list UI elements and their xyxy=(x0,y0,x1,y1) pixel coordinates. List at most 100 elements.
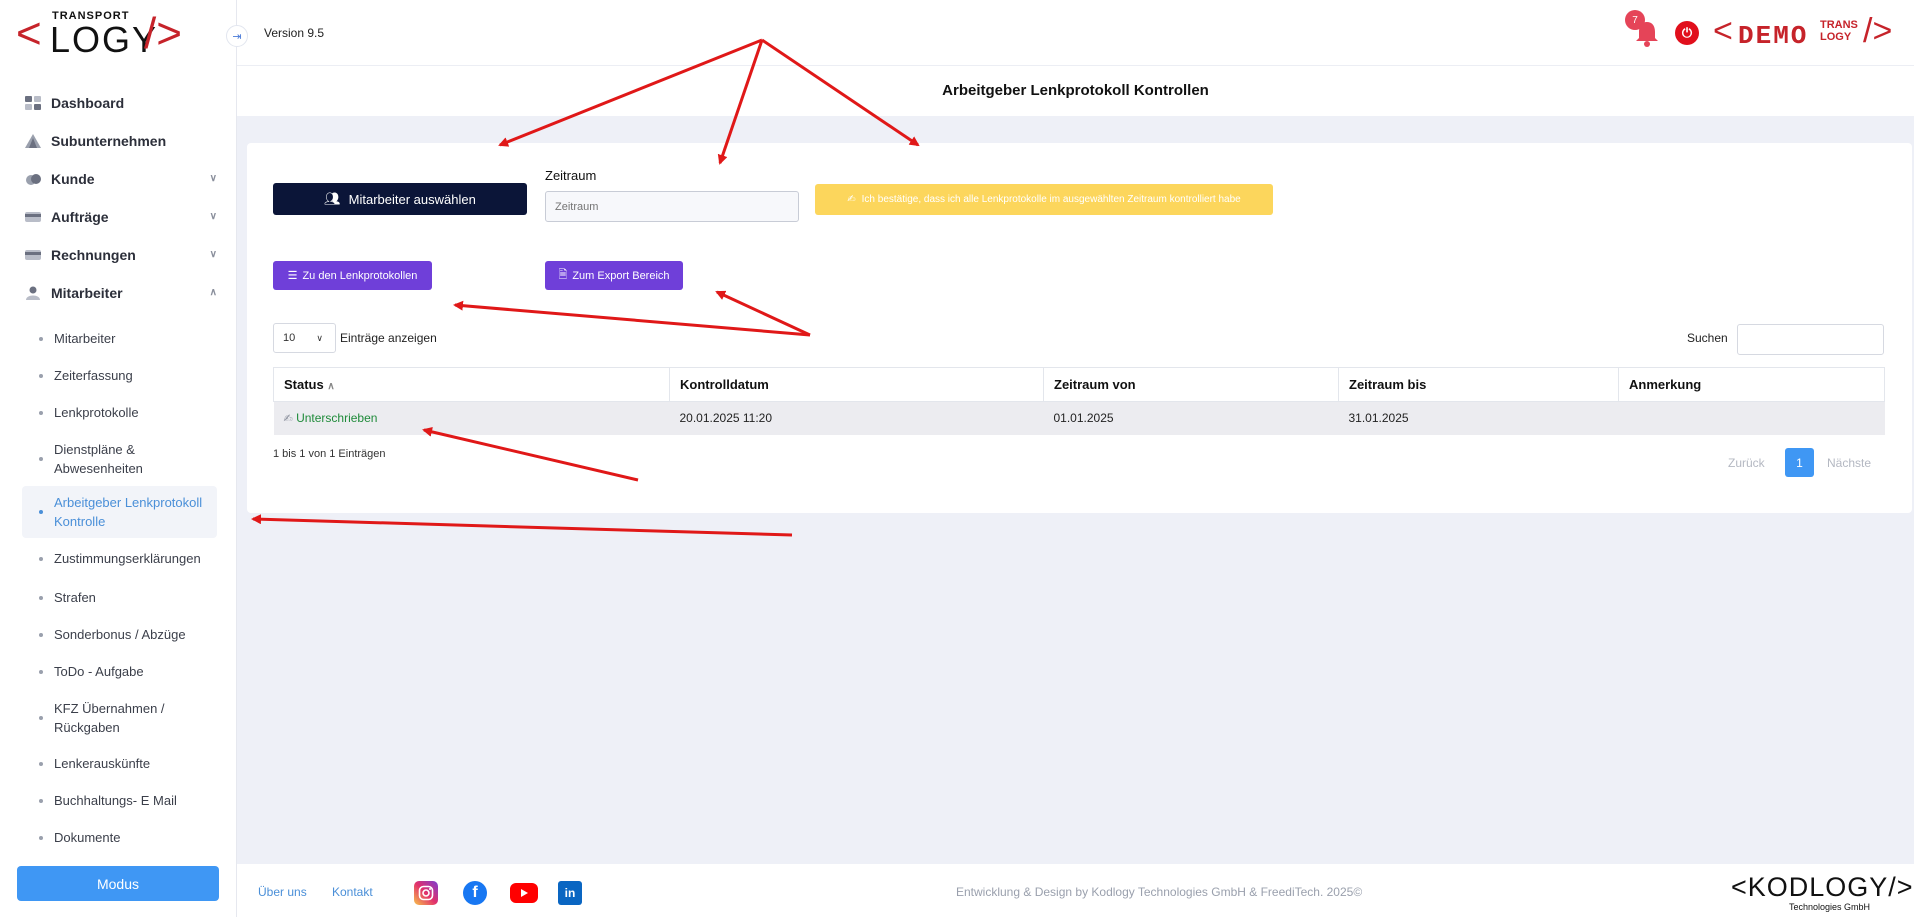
sidebar-sub-mitarbeiter[interactable]: Mitarbeiter xyxy=(0,320,237,357)
chevron-down-icon: ∨ xyxy=(209,211,217,222)
sidebar-sub-arbeitgeber-kontrolle[interactable]: Arbeitgeber Lenkprotokoll Kontrolle xyxy=(22,486,217,538)
sort-asc-icon: ∧ xyxy=(327,381,335,392)
chevron-down-icon: ∨ xyxy=(316,333,323,343)
modus-button[interactable]: Modus xyxy=(17,866,219,901)
signature-icon: ✍︎ xyxy=(847,194,856,205)
logo-bracket-left: < xyxy=(16,9,42,58)
power-icon: ⏻ xyxy=(1681,25,1693,40)
column-label: Kontrolldatum xyxy=(680,377,769,392)
sidebar-sub-lenkerauskuenfte[interactable]: Lenkerauskünfte xyxy=(0,745,237,782)
sidebar-collapse-button[interactable]: ⇥ xyxy=(226,25,248,47)
notification-count-badge: 7 xyxy=(1625,10,1645,30)
demo-logo-sub: TRANS LOGY xyxy=(1820,19,1858,43)
to-logs-button[interactable]: ☰ Zu den Lenkprotokollen xyxy=(273,261,432,290)
sidebar-item-auftraege[interactable]: Aufträge ∨ xyxy=(0,198,237,236)
sidebar: < TRANSPORT LOGY /> Dashboard Subunterne… xyxy=(0,0,237,917)
demo-logo-main: DEMO xyxy=(1738,21,1809,51)
version-label: Version 9.5 xyxy=(264,26,325,40)
sidebar-item-label: Kunde xyxy=(51,171,95,187)
pagination-page-1[interactable]: 1 xyxy=(1785,448,1814,477)
linkedin-icon[interactable]: in xyxy=(558,881,582,905)
sidebar-item-label: Mitarbeiter xyxy=(51,285,123,301)
notifications-button[interactable]: 7 xyxy=(1625,10,1661,48)
from-cell: 01.01.2025 xyxy=(1043,401,1339,435)
kodlogy-logo: <KODLOGY/> Technologies GmbH xyxy=(1731,872,1913,912)
logo-bracket-right: /> xyxy=(1863,12,1893,50)
about-link[interactable]: Über uns xyxy=(258,885,307,899)
cloud-icon xyxy=(26,174,41,185)
column-zeitraum-von[interactable]: Zeitraum von xyxy=(1043,367,1339,402)
to-cell: 31.01.2025 xyxy=(1338,401,1619,435)
select-employee-button[interactable]: 👥︎ Mitarbeiter auswählen xyxy=(273,183,527,215)
sidebar-item-dashboard[interactable]: Dashboard xyxy=(0,84,237,122)
table-info: 1 bis 1 von 1 Einträgen xyxy=(273,448,386,460)
instagram-glyph xyxy=(418,885,434,901)
sidebar-sub-buchhaltung[interactable]: Buchhaltungs- E Mail xyxy=(0,782,237,819)
page-title-bar: Arbeitgeber Lenkprotokoll Kontrollen xyxy=(237,66,1914,116)
instagram-icon[interactable] xyxy=(414,881,438,905)
sidebar-item-kunde[interactable]: Kunde ∨ xyxy=(0,160,237,198)
status-badge: Unterschrieben xyxy=(296,411,378,426)
sidebar-sub-dokumente[interactable]: Dokumente xyxy=(0,819,237,856)
confirm-control-button[interactable]: ✍︎ Ich bestätige, dass ich alle Lenkprot… xyxy=(815,184,1273,215)
page-size-value: 10 xyxy=(283,332,296,344)
date-cell: 20.01.2025 11:20 xyxy=(669,401,1044,435)
sidebar-sub-sonderbonus[interactable]: Sonderbonus / Abzüge xyxy=(0,616,237,653)
sidebar-sub-label: Sonderbonus / Abzüge xyxy=(54,627,186,642)
column-status[interactable]: Status ∧ xyxy=(273,367,670,402)
user-icon xyxy=(26,286,40,300)
sidebar-item-rechnungen[interactable]: Rechnungen ∨ xyxy=(0,236,237,274)
period-input[interactable] xyxy=(545,191,799,222)
table-row[interactable]: ✍︎ Unterschrieben 20.01.2025 11:20 01.01… xyxy=(273,401,1885,435)
card-icon xyxy=(25,250,41,260)
column-label: Status xyxy=(284,377,324,392)
sidebar-sub-label: Dokumente xyxy=(54,830,121,845)
content-card: 👥︎ Mitarbeiter auswählen Zeitraum ✍︎ Ich… xyxy=(247,143,1912,513)
signature-icon: ✍︎ xyxy=(283,413,293,426)
arrow-right-icon: ⇥ xyxy=(232,30,242,43)
pagination-next[interactable]: Nächste xyxy=(1827,448,1871,477)
sidebar-nav: Dashboard Subunternehmen Kunde ∨ Aufträg… xyxy=(0,84,237,856)
sidebar-sub-zeiterfassung[interactable]: Zeiterfassung xyxy=(0,357,237,394)
sidebar-sub-label: Dienstpläne & Abwesenheiten xyxy=(54,441,143,476)
sidebar-sub-zustimmungserklaerungen[interactable]: Zustimmungserklärungen xyxy=(0,538,237,579)
file-export-icon: 🗎︎ xyxy=(558,269,568,281)
sidebar-item-mitarbeiter[interactable]: Mitarbeiter ∧ xyxy=(0,274,237,312)
pagination-prev[interactable]: Zurück xyxy=(1728,448,1765,477)
sidebar-sub-lenkprotokolle[interactable]: Lenkprotokolle xyxy=(0,394,237,431)
facebook-icon[interactable]: f xyxy=(463,881,487,905)
triangle-icon xyxy=(25,134,41,148)
list-check-icon: ☰ xyxy=(287,270,298,282)
sidebar-sub-kfz[interactable]: KFZ Übernahmen / Rückgaben xyxy=(0,690,180,745)
to-export-button[interactable]: 🗎︎ Zum Export Bereich xyxy=(545,261,683,290)
table-header-row: Status ∧ Kontrolldatum Zeitraum von Zeit… xyxy=(273,367,1885,402)
page-size-select[interactable]: 10 ∨ xyxy=(273,323,336,353)
youtube-icon[interactable] xyxy=(510,883,538,903)
column-anmerkung[interactable]: Anmerkung xyxy=(1618,367,1885,402)
sidebar-sub-dienstplaene[interactable]: Dienstpläne & Abwesenheiten xyxy=(0,431,160,486)
demo-logo-sub-2: LOGY xyxy=(1820,31,1852,43)
sidebar-sub-strafen[interactable]: Strafen xyxy=(0,579,237,616)
sidebar-sub-label: KFZ Übernahmen / Rückgaben xyxy=(54,700,165,735)
sidebar-item-label: Dashboard xyxy=(51,95,125,111)
transportlogy-logo[interactable]: < TRANSPORT LOGY /> xyxy=(16,9,198,60)
sidebar-item-subunternehmen[interactable]: Subunternehmen xyxy=(0,122,237,160)
search-input[interactable] xyxy=(1737,324,1884,355)
column-zeitraum-bis[interactable]: Zeitraum bis xyxy=(1338,367,1619,402)
select-employee-label: Mitarbeiter auswählen xyxy=(348,191,476,207)
sidebar-sub-label: Lenkprotokolle xyxy=(54,405,139,420)
top-bar: Version 9.5 7 ⏻ < DEMO TRANS LOGY /> xyxy=(237,0,1914,66)
column-label: Zeitraum von xyxy=(1054,377,1136,392)
note-cell xyxy=(1618,401,1885,435)
logout-button[interactable]: ⏻ xyxy=(1675,21,1699,45)
column-kontrolldatum[interactable]: Kontrolldatum xyxy=(669,367,1044,402)
contact-link[interactable]: Kontakt xyxy=(332,885,373,899)
sidebar-sub-label: Buchhaltungs- E Mail xyxy=(54,793,177,808)
sidebar-item-label: Subunternehmen xyxy=(51,133,167,149)
sidebar-sub-label: Strafen xyxy=(54,590,96,605)
entries-label: Einträge anzeigen xyxy=(340,331,437,345)
logo-bracket-right: /> xyxy=(144,9,182,58)
to-export-label: Zum Export Bereich xyxy=(572,269,670,282)
kodlogy-logo-sub: Technologies GmbH xyxy=(1789,902,1871,912)
sidebar-sub-todo[interactable]: ToDo - Aufgabe xyxy=(0,653,237,690)
